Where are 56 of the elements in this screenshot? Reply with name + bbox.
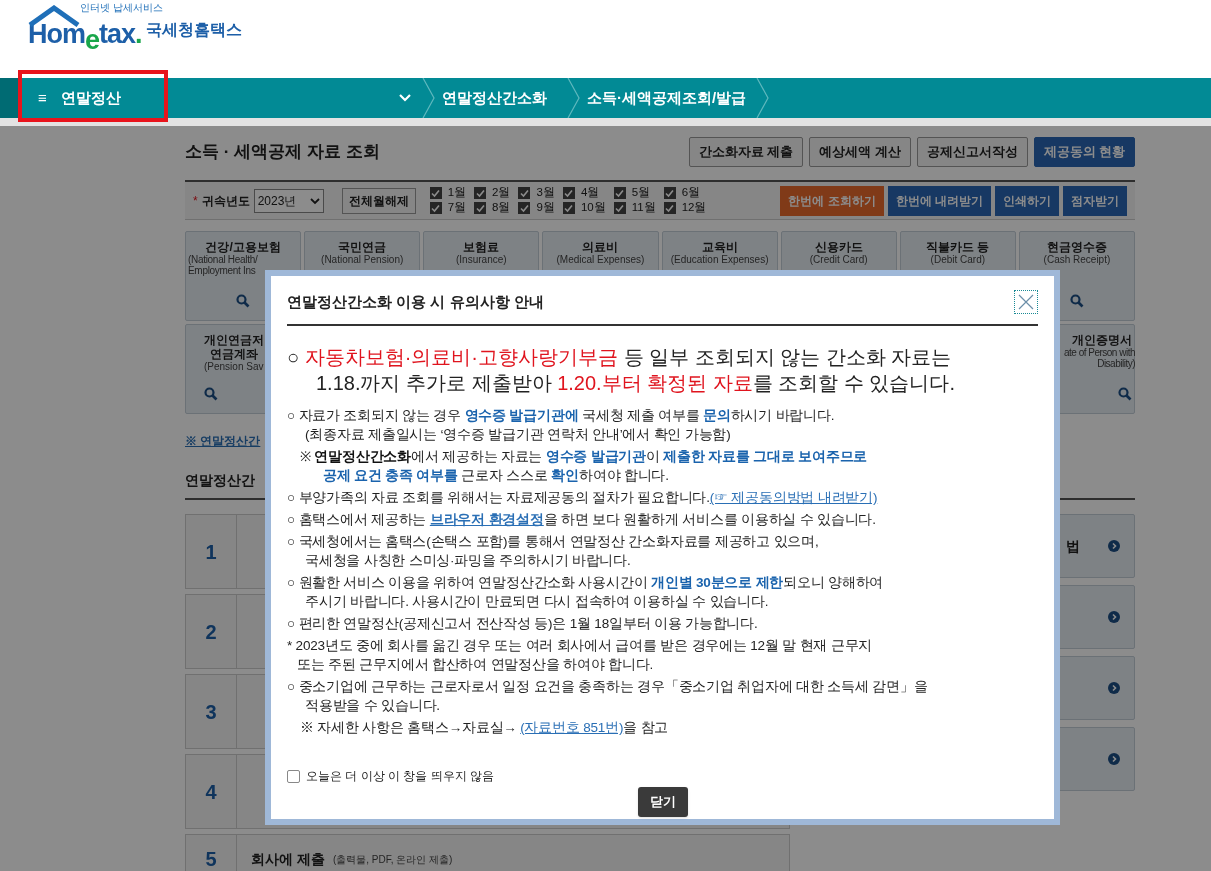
step-number: 5 [204, 847, 218, 871]
month-label: 2월 [492, 187, 511, 199]
step-number: 4 [204, 779, 218, 805]
notice-text: ※ 자세한 사항은 홈택스→자료실→ (자료번호 851번)을 참고 [299, 719, 670, 737]
month-label: 5월 [631, 187, 651, 199]
category-subtitle: (Education Expenses) [670, 254, 769, 265]
notice-text: ※ 연말정산간소화에서 제공하는 자료는 영수증 발급기관이 제출한 자료를 그대로 보여주므로 공제 요건 충족 여부를 근로자 스스로 확인하여야 합니다. [299, 448, 869, 485]
category-subtitle: (National Health/ Employment Ins [187, 254, 259, 276]
notice-text: * 2023년도 중에 회사를 옮긴 경우 또는 여러 회사에서 급여를 받은 경우에는 12월 말 현재 근무지 또는 주된 근무지에서 합산하여 연말정산을 하여야 합니다. [287, 637, 874, 674]
category-subtitle: ate of Person with Disability) [1063, 347, 1135, 369]
logo-name: 국세청홈택스 [145, 20, 242, 40]
notice-text: ○ 편리한 연말정산(공제신고서 전산작성 등)은 1월 18일부터 이용 가능합니다. [287, 615, 759, 633]
category-subtitle: (Credit Card) [809, 254, 868, 265]
month-label: 7월 [447, 202, 467, 214]
category-subtitle: (Insurance) [456, 254, 507, 265]
category-title: 신용카드 [814, 240, 863, 254]
side-link-label: 법 [1066, 536, 1080, 556]
dont-show-label: 오늘은 더 이상 이 창을 띄우지 않음 [306, 768, 494, 785]
notice-text: ○ 부양가족의 자료 조회를 위해서는 자료제공동의 절차가 필요합니다.(☞ 제공동의방법 내려받기) [287, 489, 879, 507]
category-title: 국민연금 [338, 240, 387, 254]
category-title: 직불카드 등 [926, 240, 990, 254]
category-title: 보험료 [463, 240, 500, 254]
month-label: 11월 [631, 202, 656, 214]
notice-text: ○ 중소기업에 근무하는 근로자로서 일정 요건을 충족하는 경우「중소기업 취업자에 대한 소득세 감면」을 적용받을 수 있습니다. [287, 678, 929, 715]
month-label: 1월 [447, 187, 467, 199]
month-label: 8월 [492, 202, 511, 214]
section-title: 연말정산간 [185, 472, 255, 488]
step-note: (출력물, PDF, 온라인 제출) [332, 852, 453, 867]
category-title: 교육비 [701, 240, 738, 254]
step-number: 3 [204, 699, 218, 725]
category-title: 의료비 [582, 240, 619, 254]
notice-text: ○ 원활한 서비스 이용을 위하여 연말정산간소화 사용시간이 개인별 30분으로 제한되오니 양해하여 주시기 바랍니다. 사용시간이 만료되면 다시 접속하여 이용하실 수 있습니다. [287, 574, 885, 611]
month-label: 3월 [536, 187, 555, 199]
month-label: 10월 [580, 202, 606, 214]
notice-text: ○ 홈택스에서 제공하는 브라우저 환경설정을 하면 보다 원활하게 서비스를 이용하실 수 있습니다. [287, 511, 877, 529]
category-title: 현금영수증 [1046, 240, 1107, 254]
page-title: 소득 · 세액공제 자료 조회 [185, 141, 380, 164]
month-label: 4월 [580, 187, 600, 199]
category-title: 개인증명서 [1072, 333, 1132, 347]
category-subtitle: (Debit Card) [930, 254, 986, 265]
category-title: 건강/고용보험 [205, 240, 281, 254]
month-label: 9월 [536, 202, 555, 214]
category-subtitle: (Medical Expenses) [556, 254, 645, 265]
required-mark: * [193, 192, 198, 210]
month-label: 12월 [681, 202, 707, 214]
logo-tagline: 인터넷 납세서비스 [80, 2, 163, 14]
month-label: 6월 [681, 187, 701, 199]
step-title: 회사에 제출 [251, 849, 325, 869]
category-title: 개인연금저 연금계좌 [204, 333, 264, 361]
step-number: 1 [204, 539, 218, 565]
category-subtitle: (Cash Receipt) [1043, 254, 1111, 265]
step-number: 2 [204, 619, 218, 645]
notice-text: ○ 국세청에서는 홈택스(손택스 포함)를 통해서 연말정산 간소화자료를 제공하고 있으며, 국세청을 사칭한 스미싱·파밍을 주의하시기 바랍니다. [287, 533, 820, 570]
year-label: 귀속년도 [201, 192, 250, 210]
category-subtitle: (Pension Sav [204, 361, 264, 372]
category-subtitle: (National Pension) [321, 254, 404, 265]
